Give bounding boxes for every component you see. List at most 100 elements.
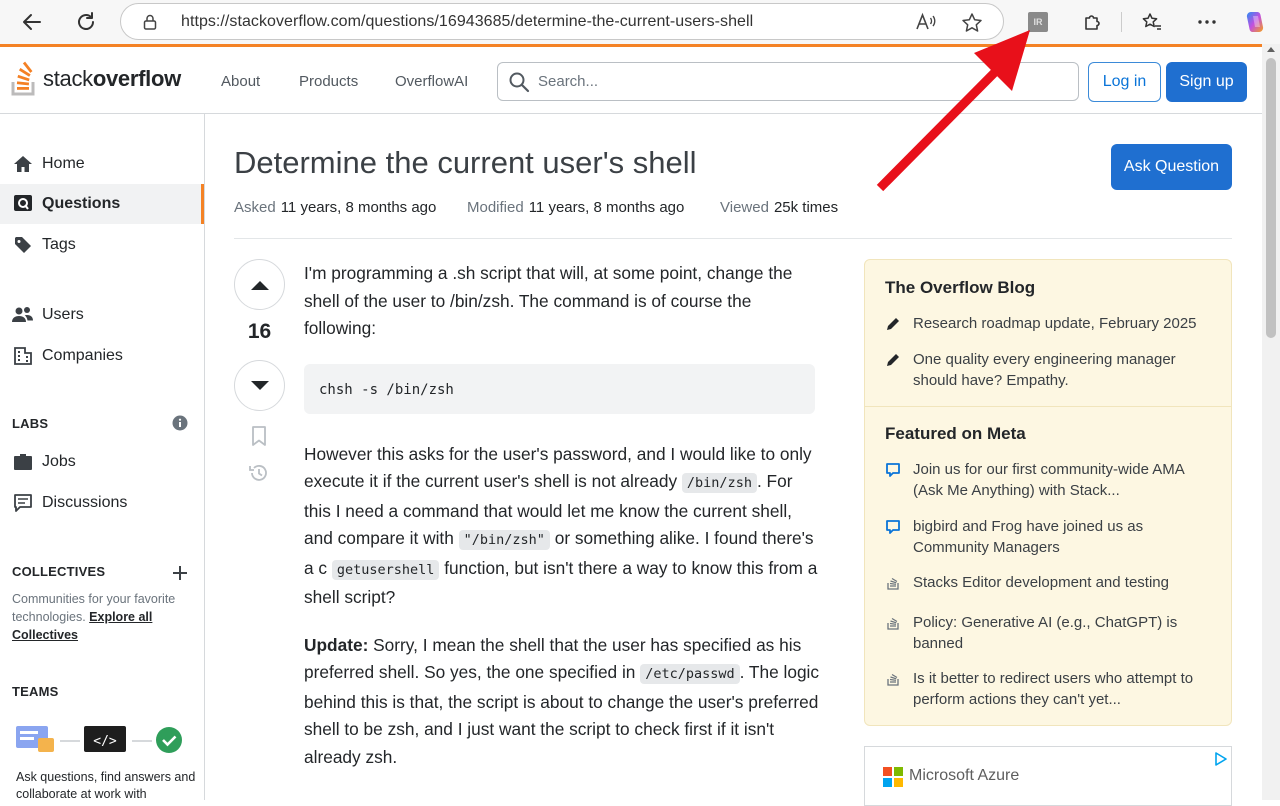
copilot-button[interactable] — [1238, 4, 1274, 40]
discussions-icon — [14, 494, 32, 512]
post-paragraph: I'm programming a .sh script that will, … — [304, 263, 793, 338]
downvote-button[interactable] — [234, 360, 285, 411]
sidebar-item-label: Jobs — [42, 453, 76, 470]
stack-logo-icon — [11, 61, 35, 96]
read-aloud-icon[interactable] — [915, 12, 937, 32]
page-scrollbar[interactable] — [1262, 44, 1280, 800]
briefcase-icon — [14, 454, 32, 470]
home-icon — [14, 156, 32, 172]
post-paragraph: Update: Sorry, I mean the shell that the… — [304, 634, 820, 767]
favorites-list-icon — [1142, 13, 1161, 30]
advertisement[interactable]: Microsoft Azure — [864, 746, 1232, 806]
meta-item[interactable]: Stacks Editor development and testing — [885, 572, 1215, 593]
sidebar-item-label: Discussions — [42, 494, 128, 511]
collectives-description: Communities for your favorite technologi… — [12, 592, 176, 642]
stackoverflow-logo[interactable]: stackoverflow — [10, 59, 181, 99]
lock-icon — [143, 14, 157, 30]
microsoft-logo-icon — [883, 767, 903, 787]
sidebar-item-users[interactable]: Users — [0, 295, 204, 335]
logo-text: stackoverflow — [43, 66, 181, 91]
favorite-star-icon[interactable] — [961, 12, 983, 34]
inline-code: /bin/zsh — [681, 473, 757, 493]
nav-overflowai[interactable]: OverflowAI — [395, 73, 468, 90]
copilot-icon — [1246, 12, 1264, 32]
sidebar-item-label: Questions — [42, 195, 121, 212]
puzzle-icon — [1085, 15, 1100, 30]
sidebar-item-questions[interactable]: Questions — [0, 184, 204, 224]
ad-brand: Microsoft Azure — [909, 767, 1020, 784]
nav-products[interactable]: Products — [299, 73, 358, 90]
nav-about[interactable]: About — [221, 73, 260, 90]
extensions-button[interactable] — [1075, 4, 1111, 40]
more-dots-icon — [1198, 20, 1216, 24]
collectives-heading: COLLECTIVES — [12, 564, 106, 579]
back-button[interactable] — [14, 4, 50, 40]
companies-icon — [14, 347, 32, 365]
adchoices-icon[interactable] — [1213, 751, 1229, 767]
sidebar-item-tags[interactable]: Tags — [0, 225, 204, 265]
sidebar-item-jobs[interactable]: Jobs — [0, 442, 204, 482]
blog-item[interactable]: Research roadmap update, February 2025 — [885, 313, 1215, 334]
address-bar[interactable]: https://stackoverflow.com/questions/1694… — [120, 3, 1004, 40]
inline-code: getusershell — [331, 559, 440, 580]
signup-button[interactable]: Sign up — [1166, 62, 1247, 102]
login-button[interactable]: Log in — [1088, 62, 1161, 102]
toolbar-divider — [1121, 12, 1122, 32]
meta-item[interactable]: bigbird and Frog have joined us as Commu… — [885, 516, 1215, 558]
vote-count: 16 — [247, 320, 272, 343]
scroll-up-icon[interactable] — [1267, 46, 1275, 52]
refresh-icon — [78, 12, 94, 30]
sidebar-item-discussions[interactable]: Discussions — [0, 483, 204, 523]
meta-item[interactable]: Policy: Generative AI (e.g., ChatGPT) is… — [885, 612, 1215, 654]
refresh-button[interactable] — [68, 4, 104, 40]
teams-heading: TEAMS — [12, 684, 59, 699]
stack-exchange-icon — [887, 673, 899, 686]
favorites-button[interactable] — [1134, 4, 1170, 40]
questions-icon — [14, 195, 32, 211]
users-icon — [12, 307, 33, 322]
sidebar-item-label: Companies — [42, 347, 123, 364]
info-icon[interactable] — [172, 415, 188, 431]
question-body: I'm programming a .sh script that will, … — [304, 260, 824, 771]
history-icon[interactable] — [248, 462, 270, 484]
search-placeholder: Search... — [538, 73, 599, 90]
search-input[interactable]: Search... — [497, 62, 1079, 101]
browser-toolbar: https://stackoverflow.com/questions/1694… — [0, 0, 1280, 44]
viewed-meta: Viewed 25k times — [720, 199, 839, 216]
chat-bubble-icon — [886, 463, 900, 477]
asked-meta: Asked 11 years, 8 months ago — [234, 199, 437, 216]
sidebar-item-label: Home — [42, 155, 85, 172]
sidebar-item-label: Users — [42, 306, 84, 323]
teams-illustration: </> — [16, 726, 182, 753]
bookmark-icon[interactable] — [250, 426, 268, 446]
code-block: chsh -s /bin/zsh — [304, 363, 815, 414]
overflow-blog-widget: The Overflow Blog Research roadmap updat… — [864, 259, 1232, 726]
meta-item[interactable]: Join us for our first community-wide AMA… — [885, 459, 1215, 501]
chat-bubble-icon — [886, 520, 900, 534]
url-text: https://stackoverflow.com/questions/1694… — [181, 13, 754, 30]
svg-text:</>: </> — [93, 734, 117, 749]
plus-icon[interactable] — [173, 566, 187, 580]
search-icon — [509, 72, 530, 93]
sidebar-item-home[interactable]: Home — [0, 144, 204, 184]
inline-code: /etc/passwd — [640, 664, 740, 684]
sidebar-item-companies[interactable]: Companies — [0, 336, 204, 376]
meta-item[interactable]: Is it better to redirect users who attem… — [885, 668, 1215, 710]
back-arrow-icon — [23, 14, 41, 30]
ask-question-button[interactable]: Ask Question — [1111, 144, 1232, 190]
sidebar-item-label: Tags — [42, 236, 76, 253]
page-title[interactable]: Determine the current user's shell — [234, 145, 697, 181]
blog-heading: The Overflow Blog — [885, 278, 1036, 297]
pencil-icon — [887, 354, 899, 366]
left-sidebar: Home Questions Tags Users Companies LABS… — [0, 114, 205, 801]
blog-item[interactable]: One quality every engineering manager sh… — [885, 349, 1215, 391]
extension-button[interactable]: IR — [1020, 4, 1056, 40]
site-header: stackoverflow About Products OverflowAI … — [0, 47, 1262, 114]
upvote-button[interactable] — [234, 259, 285, 310]
tag-icon — [15, 237, 31, 253]
scrollbar-thumb[interactable] — [1266, 58, 1276, 338]
extension-icon: IR — [1028, 12, 1048, 32]
post-paragraph: However this asks for the user's passwor… — [304, 443, 818, 608]
stack-exchange-icon — [887, 617, 899, 630]
more-menu-button[interactable] — [1189, 4, 1225, 40]
